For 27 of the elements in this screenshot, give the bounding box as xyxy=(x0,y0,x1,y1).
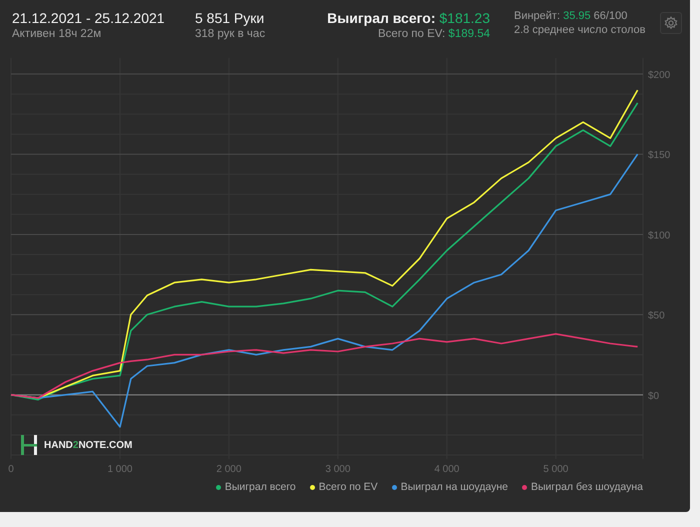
x-axis-label: 0 xyxy=(8,464,14,475)
y-axis-label: $0 xyxy=(648,390,660,402)
total-won: Выиграл всего: $181.23 xyxy=(327,10,490,26)
legend-label[interactable]: Всего по EV xyxy=(318,481,378,493)
x-axis-label: 5 000 xyxy=(543,464,568,475)
hands-per-hour: 318 рук в час xyxy=(195,28,266,40)
logo-text: HAND2NOTE.COM xyxy=(44,440,132,450)
date-range: 21.12.2021 - 25.12.2021 xyxy=(12,10,166,26)
logo-icon xyxy=(20,435,38,455)
legend-label[interactable]: Выиграл всего xyxy=(224,481,296,493)
hands-count: 5 851 Руки xyxy=(195,10,266,26)
total-ev: Всего по EV: $189.54 xyxy=(378,28,490,40)
x-axis-label: 1 000 xyxy=(107,464,132,475)
average-tables: 2.8 среднее число столов xyxy=(514,24,646,36)
active-time: Активен 18ч 22м xyxy=(12,28,102,40)
y-axis-label: $150 xyxy=(648,150,670,162)
settings-icon xyxy=(664,16,678,30)
legend-label[interactable]: Выиграл на шоудауне xyxy=(400,481,508,493)
x-axis-label: 2 000 xyxy=(216,464,242,475)
y-axis-label: $50 xyxy=(648,310,665,322)
y-axis-label: $200 xyxy=(648,70,670,82)
winrate: Винрейт: 35.95 66/100 xyxy=(514,10,628,22)
settings-button[interactable] xyxy=(660,12,682,34)
x-axis-label: 3 000 xyxy=(325,464,350,475)
y-axis-label: $100 xyxy=(648,230,670,242)
legend-label[interactable]: Выиграл без шоудауна xyxy=(531,481,643,493)
x-axis-label: 4 000 xyxy=(434,464,460,475)
